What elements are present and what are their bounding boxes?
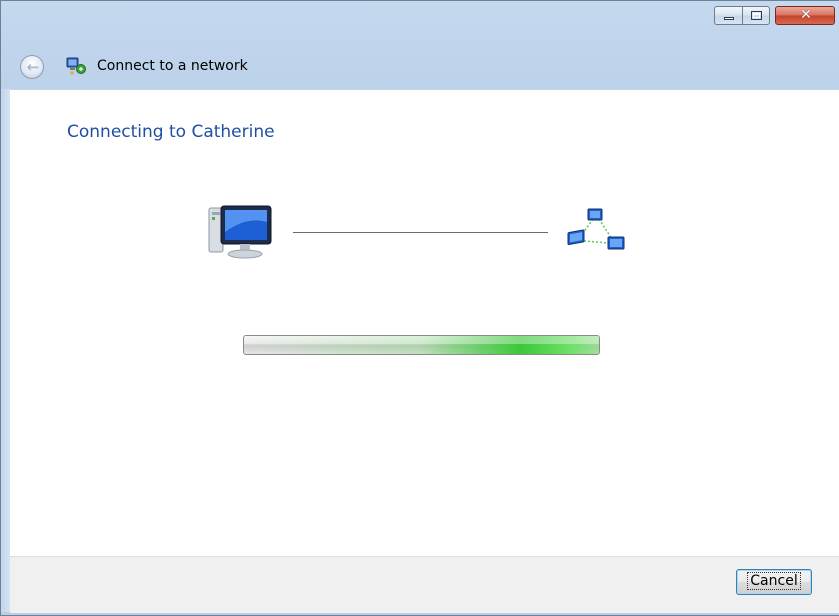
cancel-button-label: Cancel [747,572,801,590]
network-icon [567,208,625,250]
close-icon: ✕ [800,7,812,23]
back-button[interactable]: ← [20,55,44,79]
close-button[interactable]: ✕ [775,6,835,25]
maximize-button[interactable] [742,6,770,25]
cancel-button[interactable]: Cancel [736,569,812,595]
back-arrow-icon: ← [26,58,40,76]
minimize-icon [724,17,734,20]
computer-icon [208,205,272,259]
page-heading: Connecting to Catherine [67,122,275,142]
dialog-window: ✕ ← Connect to a network Connecting to C… [0,0,839,616]
connection-progress-bar [243,335,600,355]
frame-left-border [1,89,10,612]
connection-line [293,232,548,233]
network-connection-icon [66,57,86,75]
window-title: Connect to a network [97,58,248,74]
progress-fill [244,336,599,354]
content-area: Connecting to Catherine [10,89,839,556]
maximize-icon [751,11,762,20]
dialog-footer: Cancel [10,556,839,613]
minimize-button[interactable] [714,6,743,25]
